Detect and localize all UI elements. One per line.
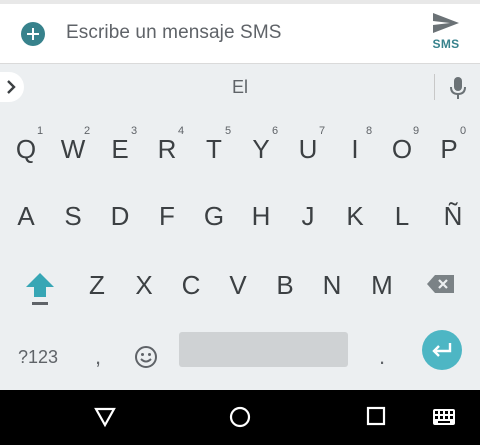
key-u[interactable]: 7U xyxy=(288,123,328,175)
key-v[interactable]: V xyxy=(218,259,258,311)
key-enye[interactable]: Ñ xyxy=(433,190,473,242)
key-h[interactable]: H xyxy=(241,190,281,242)
shift-arrow-icon xyxy=(26,273,54,305)
suggestion-strip: El xyxy=(0,63,480,109)
key-q[interactable]: 1Q xyxy=(6,123,46,175)
enter-icon xyxy=(432,343,452,357)
key-i[interactable]: 8I xyxy=(335,123,375,175)
key-m[interactable]: M xyxy=(362,259,402,311)
key-w[interactable]: 2W xyxy=(53,123,93,175)
send-label: SMS xyxy=(432,37,460,51)
key-t[interactable]: 5T xyxy=(194,123,234,175)
key-s[interactable]: S xyxy=(53,190,93,242)
back-triangle-icon[interactable] xyxy=(94,406,116,433)
key-d[interactable]: D xyxy=(100,190,140,242)
send-button[interactable]: SMS xyxy=(424,10,468,62)
mic-icon[interactable] xyxy=(449,76,467,105)
backspace-icon xyxy=(427,275,454,293)
home-circle-icon[interactable] xyxy=(229,406,251,433)
recents-square-icon[interactable] xyxy=(366,406,386,431)
key-f[interactable]: F xyxy=(147,190,187,242)
key-l[interactable]: L xyxy=(382,190,422,242)
key-e[interactable]: 3E xyxy=(100,123,140,175)
backspace-key[interactable] xyxy=(426,273,458,299)
comma-key[interactable]: , xyxy=(86,332,110,382)
emoji-key[interactable] xyxy=(128,332,164,382)
add-attachment-icon[interactable] xyxy=(21,22,45,46)
key-n[interactable]: N xyxy=(312,259,352,311)
shift-key[interactable] xyxy=(22,269,58,313)
key-p[interactable]: 0P xyxy=(429,123,469,175)
emoji-icon xyxy=(135,346,157,368)
key-b[interactable]: B xyxy=(265,259,305,311)
send-icon xyxy=(433,13,459,33)
symbols-key[interactable]: ?123 xyxy=(10,332,66,382)
divider xyxy=(434,74,435,100)
period-key[interactable]: . xyxy=(370,332,394,382)
keyboard: 1Q 2W 3E 4R 5T 6Y 7U 8I 9O 0P A S D F G … xyxy=(0,109,480,390)
key-x[interactable]: X xyxy=(124,259,164,311)
key-z[interactable]: Z xyxy=(77,259,117,311)
key-g[interactable]: G xyxy=(194,190,234,242)
key-j[interactable]: J xyxy=(288,190,328,242)
space-bar[interactable] xyxy=(179,332,348,367)
key-y[interactable]: 6Y xyxy=(241,123,281,175)
key-a[interactable]: A xyxy=(6,190,46,242)
keyboard-icon[interactable] xyxy=(432,408,456,431)
suggestion-word[interactable]: El xyxy=(0,77,480,98)
key-r[interactable]: 4R xyxy=(147,123,187,175)
key-o[interactable]: 9O xyxy=(382,123,422,175)
navigation-bar xyxy=(0,390,480,445)
enter-key[interactable] xyxy=(422,330,462,370)
compose-bar: Escribe un mensaje SMS SMS xyxy=(0,0,480,63)
message-input[interactable]: Escribe un mensaje SMS xyxy=(66,22,282,44)
key-k[interactable]: K xyxy=(335,190,375,242)
key-c[interactable]: C xyxy=(171,259,211,311)
